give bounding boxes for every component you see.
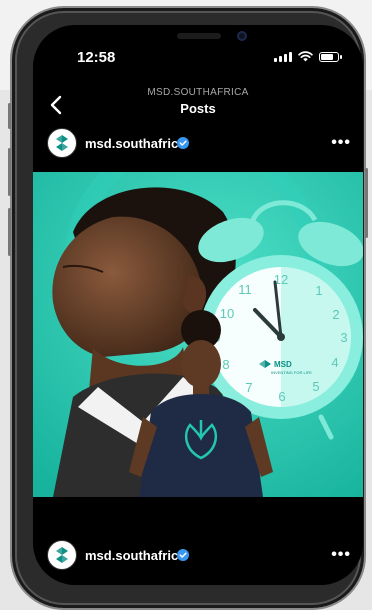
svg-text:3: 3: [340, 330, 347, 345]
svg-text:10: 10: [220, 306, 234, 321]
mute-switch: [8, 103, 11, 129]
verified-badge-icon: [177, 549, 189, 561]
svg-text:1: 1: [315, 283, 322, 298]
verified-badge-icon: [177, 137, 189, 149]
front-camera: [237, 31, 247, 41]
battery-icon: [319, 51, 342, 62]
post-image[interactable]: 12 34 56 78 910 1112: [33, 172, 363, 497]
svg-text:5: 5: [312, 379, 319, 394]
svg-text:6: 6: [278, 389, 285, 404]
post-artwork: 12 34 56 78 910 1112: [33, 172, 363, 497]
svg-text:4: 4: [331, 355, 338, 370]
avatar[interactable]: [47, 540, 77, 570]
post-header: msd.southafrica •••: [33, 123, 363, 163]
more-options-button[interactable]: •••: [331, 546, 351, 564]
battery-level: [321, 53, 333, 60]
phone-frame: 12:58 MSD.SOUTHAFRICA Posts msd.southafr…: [8, 6, 368, 610]
status-icons: [274, 51, 342, 62]
svg-text:7: 7: [245, 380, 252, 395]
notch: [113, 25, 285, 55]
speaker: [177, 33, 221, 39]
post-header: msd.southafrica •••: [33, 535, 363, 575]
volume-down-button: [8, 208, 11, 256]
msd-logo-icon: [56, 135, 68, 151]
svg-text:11: 11: [238, 282, 252, 297]
screen: 12:58 MSD.SOUTHAFRICA Posts msd.southafr…: [33, 25, 363, 585]
avatar[interactable]: [47, 128, 77, 158]
msd-logo-tagline: INVENTING FOR LIFE: [271, 370, 312, 375]
post-username[interactable]: msd.southafrica: [85, 136, 185, 151]
nav-title: Posts: [180, 101, 216, 116]
svg-text:2: 2: [332, 307, 339, 322]
more-options-button[interactable]: •••: [331, 134, 351, 152]
msd-logo-text: MSD: [274, 360, 292, 369]
power-button: [365, 168, 368, 238]
cellular-signal-icon: [274, 51, 292, 62]
wifi-icon: [298, 51, 313, 62]
nav-account-name: MSD.SOUTHAFRICA: [147, 87, 249, 98]
msd-logo-icon: [56, 547, 68, 563]
post-username[interactable]: msd.southafrica: [85, 548, 185, 563]
status-time: 12:58: [77, 49, 116, 66]
svg-text:8: 8: [222, 357, 229, 372]
volume-up-button: [8, 148, 11, 196]
nav-bar: MSD.SOUTHAFRICA Posts: [33, 79, 363, 129]
